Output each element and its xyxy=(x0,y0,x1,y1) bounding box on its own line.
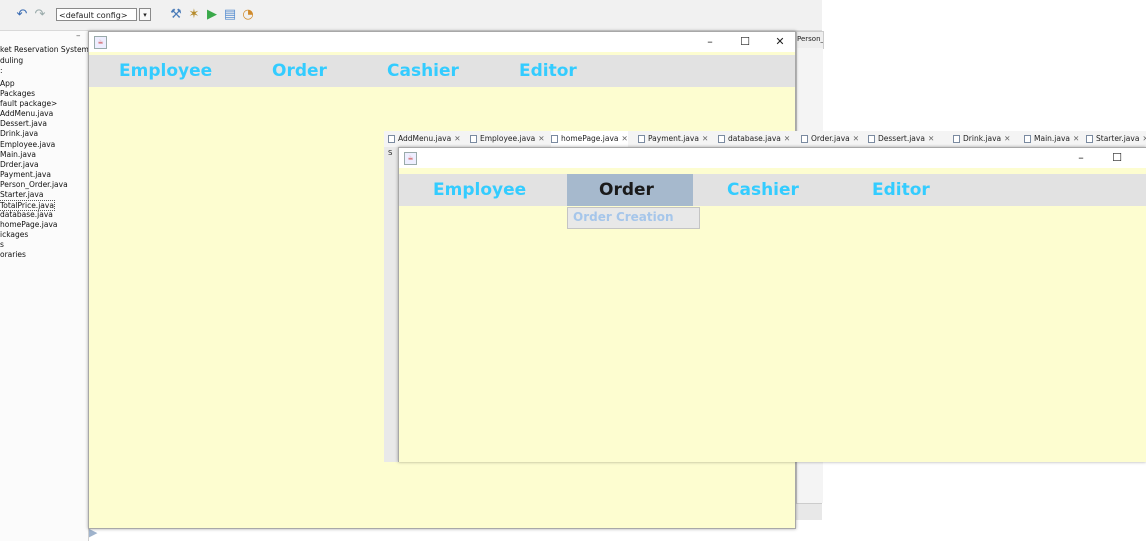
editor-gutter xyxy=(384,147,399,462)
maximize-button[interactable]: ☐ xyxy=(737,34,753,50)
tree-item[interactable]: Drder.java xyxy=(0,160,39,170)
tree-item[interactable]: Drink.java xyxy=(0,129,38,139)
close-icon[interactable]: ✕ xyxy=(1142,134,1146,143)
editor-tab[interactable]: database.java ✕ xyxy=(718,131,790,147)
editor-tab[interactable]: Main.java ✕ xyxy=(1024,131,1079,147)
minimize-button[interactable]: – xyxy=(1073,150,1089,166)
minimize-button[interactable]: – xyxy=(702,34,718,50)
hammer-icon[interactable]: ⚒ xyxy=(168,7,184,23)
menu-order[interactable]: Order xyxy=(272,55,327,87)
editor-tab-label: homePage.java xyxy=(561,134,619,143)
maximize-button[interactable]: ☐ xyxy=(1109,150,1125,166)
editor-tab[interactable]: Payment.java ✕ xyxy=(638,131,708,147)
tree-item[interactable]: Person_Order.java xyxy=(0,180,68,190)
clean-build-icon[interactable]: ✶ xyxy=(186,7,202,23)
gutter-label: S xyxy=(388,149,393,157)
close-icon[interactable]: ✕ xyxy=(1004,134,1010,143)
editor-tab-label: Main.java xyxy=(1034,134,1071,143)
output-panel-edge xyxy=(796,503,822,520)
menu-editor[interactable]: Editor xyxy=(872,174,930,206)
java-file-icon xyxy=(801,135,808,143)
tree-item[interactable]: : xyxy=(0,66,3,76)
java-file-icon xyxy=(953,135,960,143)
tree-item[interactable]: Dessert.java xyxy=(0,119,47,129)
java-file-icon xyxy=(1086,135,1093,143)
editor-tab-label: Starter.java xyxy=(1096,134,1140,143)
menu-cashier[interactable]: Cashier xyxy=(727,174,799,206)
java-file-icon xyxy=(868,135,875,143)
config-select[interactable]: <default config> xyxy=(56,8,137,21)
tree-item[interactable]: Packages xyxy=(0,89,35,99)
java-file-icon xyxy=(551,135,558,143)
java-file-icon xyxy=(388,135,395,143)
java-file-icon xyxy=(638,135,645,143)
editor-tab-label: Dessert.java xyxy=(878,134,925,143)
menu-bar: Employee Order Cashier Editor xyxy=(399,174,1146,206)
profile-icon[interactable]: ◔ xyxy=(240,7,256,23)
java-app-icon: ☕ xyxy=(94,36,107,49)
editor-tab-label: database.java xyxy=(728,134,781,143)
editor-tab[interactable]: Dessert.java ✕ xyxy=(868,131,934,147)
tree-item[interactable]: Main.java xyxy=(0,150,36,160)
close-icon[interactable]: ✕ xyxy=(853,134,859,143)
tree-item[interactable]: duling xyxy=(0,56,23,66)
tree-item[interactable]: Starter.java xyxy=(0,190,43,200)
close-icon[interactable]: ✕ xyxy=(784,134,790,143)
editor-tab[interactable]: Order.java ✕ xyxy=(801,131,859,147)
menu-order[interactable]: Order xyxy=(599,174,654,206)
editor-tab[interactable]: AddMenu.java ✕ xyxy=(388,131,461,147)
tree-item[interactable]: Payment.java xyxy=(0,170,51,180)
window-titlebar: ☕ – ☐ ✕ xyxy=(89,32,795,52)
menu-employee[interactable]: Employee xyxy=(433,174,526,206)
tree-item[interactable]: ket Reservation System xyxy=(0,45,89,55)
tree-item[interactable]: App xyxy=(0,79,15,89)
tree-item[interactable]: fault package> xyxy=(0,99,57,109)
menu-item-order-creation[interactable]: Order Creation xyxy=(568,208,699,228)
tree-item[interactable]: oraries xyxy=(0,250,26,260)
java-file-icon xyxy=(470,135,477,143)
tree-item[interactable]: homePage.java xyxy=(0,220,58,230)
editor-tab[interactable]: Employee.java ✕ xyxy=(470,131,545,147)
minimize-panel-button[interactable]: – xyxy=(76,31,81,41)
close-icon[interactable]: ✕ xyxy=(1073,134,1079,143)
editor-tab-label: AddMenu.java xyxy=(398,134,452,143)
editor-tab[interactable]: Drink.java ✕ xyxy=(953,131,1010,147)
menu-employee[interactable]: Employee xyxy=(119,55,212,87)
tree-item[interactable]: Employee.java xyxy=(0,140,55,150)
java-file-icon xyxy=(1024,135,1031,143)
debug-icon[interactable]: ▤ xyxy=(222,7,238,23)
tree-item[interactable]: s xyxy=(0,240,4,250)
menu-cashier[interactable]: Cashier xyxy=(387,55,459,87)
close-icon[interactable]: ✕ xyxy=(454,134,460,143)
run-icon[interactable]: ▶ xyxy=(204,7,220,23)
window-titlebar: ☕ – ☐ xyxy=(399,148,1146,168)
close-button[interactable]: ✕ xyxy=(772,34,788,50)
editor-tab-label: Employee.java xyxy=(480,134,536,143)
editor-tab-label: Payment.java xyxy=(648,134,699,143)
chevron-down-icon[interactable]: ▾ xyxy=(139,8,151,21)
editor-tab-label: Order.java xyxy=(811,134,850,143)
order-dropdown-menu: Order Creation xyxy=(567,207,700,229)
editor-tab-person-order[interactable]: Person_C xyxy=(796,31,824,49)
redo-icon[interactable]: ↷ xyxy=(32,7,48,23)
content-area xyxy=(399,206,1146,462)
undo-icon[interactable]: ↶ xyxy=(14,7,30,23)
tree-item[interactable]: ickages xyxy=(0,230,28,240)
close-icon[interactable]: ✕ xyxy=(702,134,708,143)
java-file-icon xyxy=(718,135,725,143)
editor-tab-strip: AddMenu.java ✕ Employee.java ✕ homePage.java… xyxy=(384,131,1146,148)
close-icon[interactable]: ✕ xyxy=(538,134,544,143)
menu-editor[interactable]: Editor xyxy=(519,55,577,87)
ide-toolbar: ↶ ↷ <default config> ▾ ⚒ ✶ ▶ ▤ ◔ xyxy=(0,0,822,31)
menu-bar: Employee Order Cashier Editor xyxy=(89,55,795,87)
close-icon[interactable]: ✕ xyxy=(622,134,628,143)
front-java-window: ☕ – ☐ Employee Order Cashier Editor Orde… xyxy=(398,147,1146,462)
tree-item[interactable]: database.java xyxy=(0,210,53,220)
editor-tab-label: Drink.java xyxy=(963,134,1002,143)
editor-tab[interactable]: Starter.java✕ xyxy=(1086,131,1146,147)
editor-tab[interactable]: homePage.java ✕ xyxy=(551,131,628,147)
java-app-icon: ☕ xyxy=(404,152,417,165)
close-icon[interactable]: ✕ xyxy=(928,134,934,143)
tree-item[interactable]: AddMenu.java xyxy=(0,109,53,119)
